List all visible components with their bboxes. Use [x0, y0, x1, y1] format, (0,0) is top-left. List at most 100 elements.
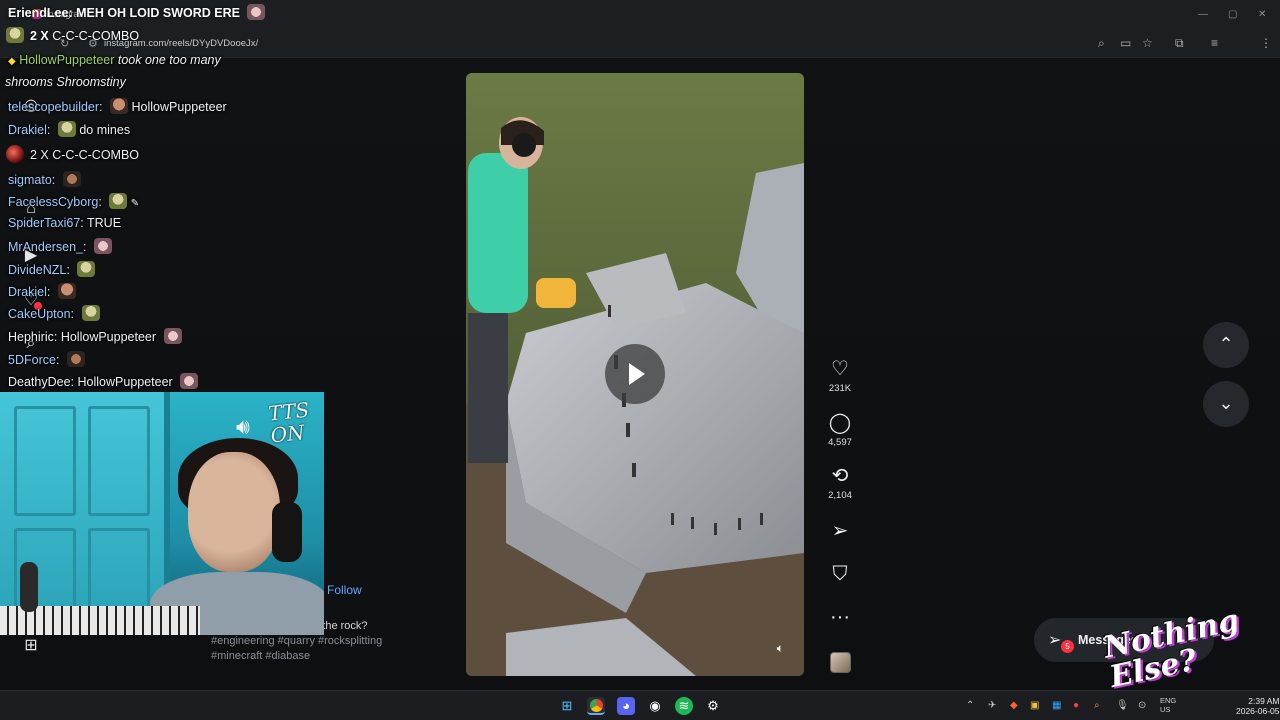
emote-icon — [77, 261, 96, 277]
mute-icon[interactable]: 🔈︎ — [777, 641, 784, 656]
chat-message: telescopebuilder: HollowPuppeteer — [8, 98, 227, 114]
combo-orb-icon — [6, 145, 24, 163]
chat-username: DeathyDee — [8, 375, 71, 389]
chat-username: telescopebuilder — [8, 100, 100, 114]
zoom-icon[interactable]: ⌕ — [1098, 36, 1105, 51]
combo-count: 2 X — [30, 29, 49, 43]
cast-icon[interactable]: ▭ — [1120, 36, 1131, 50]
chat-username: MrAndersen_ — [8, 240, 84, 254]
chat-message: shrooms Shroomstiny — [5, 75, 126, 89]
chat-username: 5DForce — [8, 353, 56, 367]
tray-app-icon[interactable]: ▣ — [1030, 700, 1039, 711]
bookmark-star-icon[interactable]: ☆ — [1142, 36, 1153, 50]
maximize-button[interactable]: ▢ — [1228, 9, 1237, 20]
repost-count: 2,104 — [828, 490, 852, 501]
headphones-icon — [272, 502, 302, 562]
chat-message: ◆ HollowPuppeteer took one too many — [8, 53, 221, 67]
chat-message: FacelessCyborg: ✎ — [8, 193, 140, 209]
tray-overflow-icon[interactable]: ⌃ — [966, 700, 974, 711]
messages-icon: ➢ — [1048, 632, 1062, 649]
chat-username: Drakiel — [8, 123, 47, 137]
previous-reel-button[interactable]: ⌃ — [1203, 322, 1249, 368]
more-options-button[interactable]: ··· — [820, 606, 860, 628]
reel-video[interactable]: 🔈︎ — [466, 73, 804, 676]
share-button[interactable]: ➢ — [820, 520, 860, 542]
tray-app-icon[interactable]: ● — [1073, 700, 1079, 711]
combo-label: C-C-C-COMBO — [52, 29, 140, 43]
screen: Instagram — ▢ ✕ ↻ ⚙ instagram.com/reels/… — [0, 0, 1280, 720]
comment-button[interactable]: ◯ 4,597 — [820, 412, 860, 448]
like-count: 231K — [828, 383, 852, 394]
streamer-face — [188, 452, 280, 572]
microphone-icon — [20, 562, 38, 612]
spotify-icon[interactable]: ≋ — [675, 697, 693, 715]
chrome-icon[interactable] — [587, 697, 605, 715]
repost-icon: ⟲ — [831, 465, 849, 487]
obs-icon[interactable]: ◉ — [646, 697, 664, 715]
repost-button[interactable]: ⟲ 2,104 — [820, 465, 860, 501]
chat-banner: EriendLee: MEH OH LOID SWORD ERE — [8, 4, 266, 20]
chat-text: do mines — [79, 123, 131, 137]
chat-username: Drakiel — [8, 285, 47, 299]
chat-username: Hephiric — [8, 330, 54, 344]
emote-icon — [66, 351, 85, 367]
tray-app-icon[interactable]: ⌕ — [1094, 700, 1100, 711]
reading-list-icon[interactable]: ≡ — [1211, 36, 1218, 50]
chat-text: HollowPuppeteer — [131, 100, 227, 114]
language-code: ENG — [1160, 696, 1177, 705]
emote-icon — [57, 121, 76, 137]
emote-icon — [6, 27, 24, 43]
clock-time: 2:39 AM — [1248, 696, 1280, 706]
stream-chat-overlay: EriendLee: MEH OH LOID SWORD ERE 2 X C-C… — [0, 0, 420, 392]
speaker-icon: 🔊︎ — [236, 414, 250, 439]
emote-icon — [57, 283, 76, 299]
chat-username: CakeUpton — [8, 307, 71, 321]
region-code: US — [1160, 705, 1171, 714]
feather-icon: ✎ — [130, 198, 140, 209]
play-icon — [629, 363, 645, 385]
tray-network-icon[interactable]: ⊙ — [1138, 700, 1146, 711]
chat-message: CakeUpton: — [8, 305, 100, 321]
start-icon[interactable]: ⊞ — [558, 697, 576, 715]
more-icon: ··· — [830, 606, 850, 628]
tray-app-icon[interactable]: ✈ — [988, 700, 996, 711]
language-indicator[interactable]: ENG US — [1160, 696, 1176, 714]
follow-button[interactable]: Follow — [327, 583, 362, 597]
heart-icon: ♡ — [831, 358, 849, 380]
tts-label: TTS ON — [267, 397, 311, 448]
save-button[interactable]: ⛉ — [820, 563, 860, 585]
emote-icon — [180, 373, 199, 389]
tray-mic-icon[interactable]: 🎙︎ — [1116, 700, 1129, 711]
emote-icon — [247, 4, 266, 20]
extensions-icon[interactable]: ⧉ — [1175, 36, 1184, 51]
emote-icon — [109, 193, 128, 209]
browser-menu-icon[interactable]: ⋮ — [1260, 36, 1272, 50]
chat-username: SpiderTaxi67 — [8, 216, 81, 230]
steam-icon[interactable]: ⚙ — [704, 697, 722, 715]
chat-text: HollowPuppeteer — [77, 375, 173, 389]
next-reel-button[interactable]: ⌄ — [1203, 381, 1249, 427]
like-button[interactable]: ♡ 231K — [820, 358, 860, 394]
chat-message: Drakiel: do mines — [8, 121, 131, 137]
tray-brave-icon[interactable]: ◆ — [1010, 700, 1018, 711]
chat-message: Drakiel: — [8, 283, 76, 299]
discord-icon[interactable]: ◕ — [617, 697, 635, 715]
play-button[interactable] — [605, 344, 665, 404]
system-clock[interactable]: 2:39 AM 2026-06-05 — [1236, 696, 1279, 716]
chevron-up-icon: ⌃ — [1218, 334, 1234, 354]
clock-date: 2026-06-05 — [1236, 706, 1280, 716]
chat-message: DeathyDee: HollowPuppeteer — [8, 373, 199, 389]
tray-app-icon[interactable]: ▦ — [1052, 700, 1061, 711]
chat-message: MrAndersen_: — [8, 238, 112, 254]
more-apps-icon[interactable]: ⊞ — [18, 635, 44, 661]
close-window-button[interactable]: ✕ — [1258, 9, 1266, 20]
chat-text: TRUE — [87, 216, 122, 230]
chat-message: SpiderTaxi67: TRUE — [8, 216, 122, 230]
audio-avatar[interactable] — [830, 652, 851, 673]
caption-hashtags[interactable]: #engineering #quarry #rocksplitting #min… — [211, 635, 382, 662]
chat-username: FacelessCyborg — [8, 195, 99, 209]
minimize-button[interactable]: — — [1198, 9, 1208, 20]
messages-badge: 5 — [1061, 640, 1074, 653]
banner-message: MEH OH LOID SWORD ERE — [76, 6, 240, 20]
chat-username: DivideNZL — [8, 263, 67, 277]
